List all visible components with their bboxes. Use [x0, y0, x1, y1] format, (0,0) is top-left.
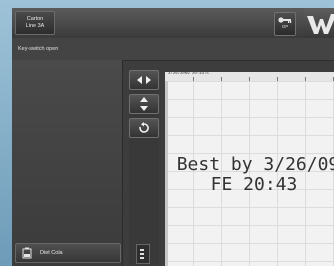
menu-button[interactable] [136, 244, 150, 264]
left-panel [12, 60, 123, 266]
brand-logo-icon [304, 8, 334, 38]
line-name-line2: Line 3A [25, 23, 45, 29]
line-name-line1: Carton [26, 16, 44, 22]
status-bar: Key-switch open [12, 38, 334, 61]
tool-column [129, 70, 159, 266]
rotate-button[interactable] [129, 118, 159, 138]
header-bar: Carton Line 3A OP [12, 8, 334, 39]
move-horizontal-button[interactable] [129, 70, 159, 90]
rotate-icon [139, 122, 149, 133]
status-text: Key-switch open [18, 46, 59, 52]
product-selector[interactable]: Diet Cola [15, 243, 121, 263]
vertical-arrows-icon [140, 97, 148, 111]
key-button-label: OP [281, 24, 289, 29]
print-line-2: FE 20:43 [210, 174, 298, 195]
move-vertical-button[interactable] [129, 94, 159, 114]
hmi-screen: Carton Line 3A OP Key-switch open Diet C… [12, 8, 334, 266]
line-selector-button[interactable]: Carton Line 3A [15, 11, 55, 35]
menu-icon [140, 249, 144, 259]
product-icon [22, 247, 32, 259]
horizontal-arrows-icon [137, 76, 151, 84]
canvas-header-text: 3/26/2009 20:43:5 [168, 72, 209, 76]
key-switch-button[interactable]: OP [274, 12, 296, 36]
canvas-edge [165, 81, 168, 266]
product-name: Diet Cola [40, 250, 63, 256]
key-icon [278, 17, 292, 23]
label-preview-canvas[interactable]: 3/26/2009 20:43:5 Best by 3/26/09 FE 20:… [165, 72, 334, 266]
print-line-1: Best by 3/26/09 [176, 154, 334, 175]
